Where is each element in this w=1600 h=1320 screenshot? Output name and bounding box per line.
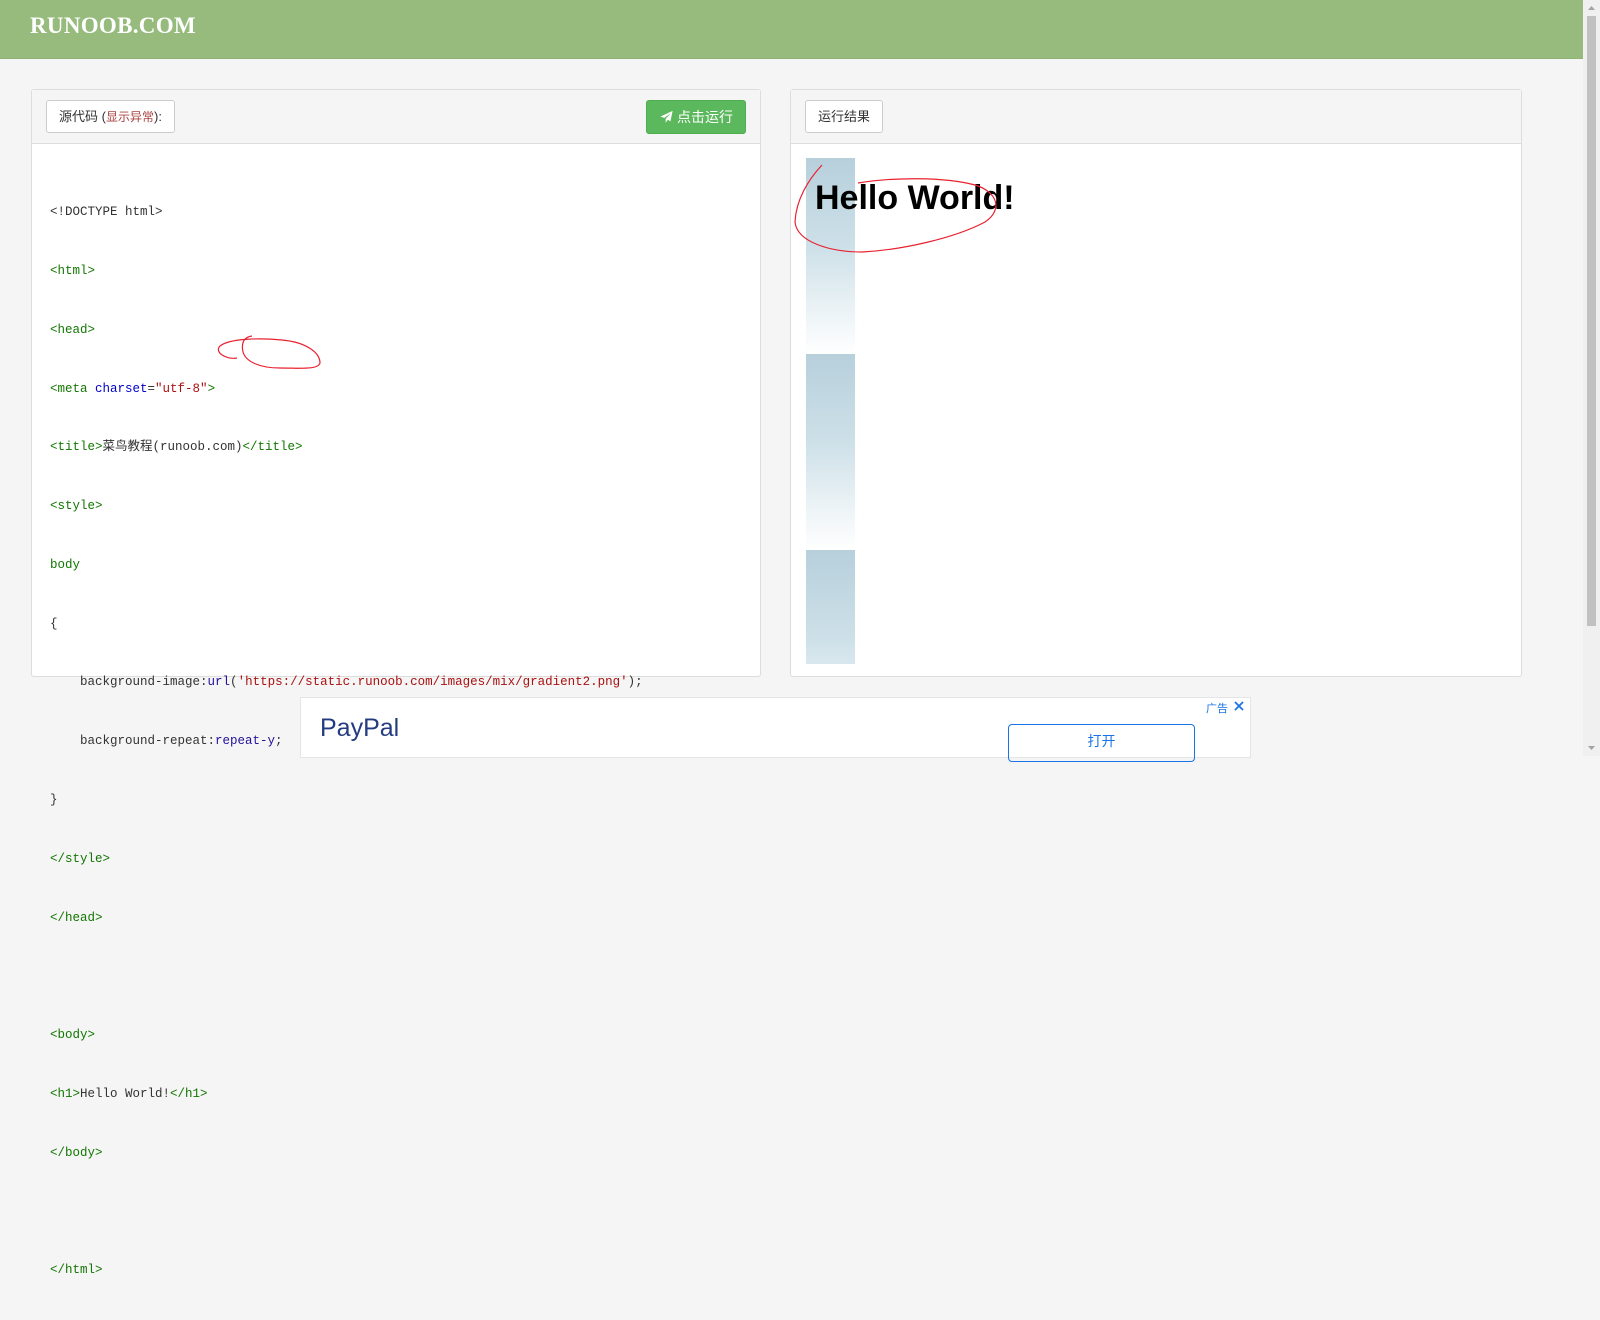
run-button-label: 点击运行 <box>677 109 733 125</box>
source-panel-header: 源代码 (显示异常): 点击运行 <box>32 90 760 144</box>
ad-label: 广告 <box>1206 703 1228 715</box>
code-line: <!DOCTYPE html> <box>50 205 163 220</box>
advertisement-banner[interactable]: PayPal 广告 打开 <box>300 697 1251 762</box>
code-line: <head> <box>50 322 96 337</box>
display-error-link[interactable]: 显示异常 <box>106 110 154 124</box>
code-line: { <box>50 616 58 631</box>
ad-open-button[interactable]: 打开 <box>1008 724 1195 762</box>
source-code-panel: 源代码 (显示异常): 点击运行 <!DOCTYPE html> <html> … <box>31 89 761 1277</box>
code-line: <body> <box>50 1028 96 1043</box>
source-code-label: 源代码 <box>59 109 99 124</box>
result-panel-header: 运行结果 <box>791 90 1521 144</box>
code-line: </html> <box>50 1263 103 1278</box>
code-line: <style> <box>50 499 103 514</box>
code-line: <title>菜鸟教程(runoob.com)</title> <box>50 440 303 455</box>
page-scrollbar[interactable] <box>1583 0 1600 756</box>
warn-paren-close: ): <box>153 109 162 124</box>
gradient-background-tile <box>806 354 855 550</box>
result-heading: Hello World! <box>815 179 1015 217</box>
source-code-tab[interactable]: 源代码 (显示异常): <box>46 100 175 133</box>
scroll-down-icon[interactable] <box>1583 740 1600 756</box>
code-line: background-image:url('https://static.run… <box>50 675 643 690</box>
scrollbar-thumb[interactable] <box>1587 16 1596 626</box>
code-line: </body> <box>50 1145 103 1160</box>
code-line: <html> <box>50 263 96 278</box>
code-line: <meta charset="utf-8"> <box>50 381 216 396</box>
run-button[interactable]: 点击运行 <box>646 100 746 134</box>
code-line: </style> <box>50 851 111 866</box>
send-icon <box>660 110 673 123</box>
gradient-background-tile <box>806 550 855 664</box>
ad-brand-name: PayPal <box>320 714 400 742</box>
close-icon[interactable] <box>1232 699 1246 713</box>
scroll-up-icon[interactable] <box>1583 0 1600 16</box>
result-panel: 运行结果 Hello World! <box>790 89 1522 677</box>
code-line: <h1>Hello World!</h1> <box>50 1086 208 1101</box>
code-line: } <box>50 793 58 807</box>
result-tab[interactable]: 运行结果 <box>805 100 884 133</box>
top-bar: RUNOOB.COM <box>0 0 1583 59</box>
code-line: body <box>50 557 81 572</box>
site-logo[interactable]: RUNOOB.COM <box>30 13 196 39</box>
result-iframe[interactable]: Hello World! <box>806 158 1506 664</box>
warn-paren-open: ( <box>98 109 106 124</box>
code-line: </head> <box>50 910 103 925</box>
